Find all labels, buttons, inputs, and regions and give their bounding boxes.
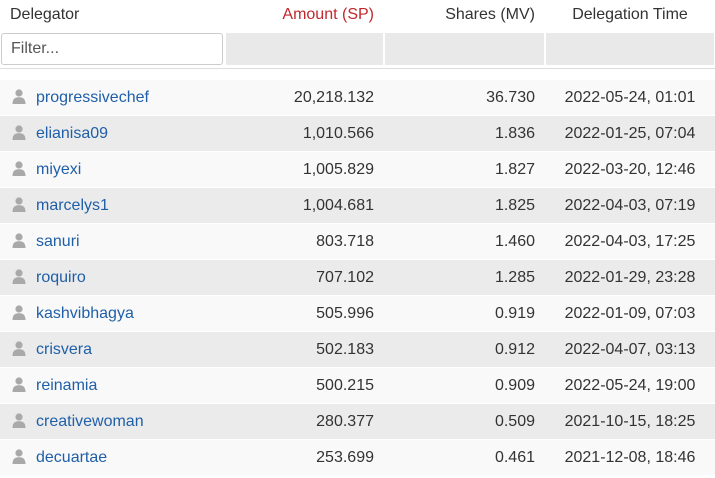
shares-cell: 1.825 xyxy=(384,187,545,224)
delegator-cell: kashvibhagya xyxy=(0,295,225,332)
delegations-table: Delegator Amount (SP) Shares (MV) Delega… xyxy=(0,0,715,475)
user-icon xyxy=(12,125,26,140)
shares-cell: 36.730 xyxy=(384,79,545,116)
amount-cell: 280.377 xyxy=(225,403,384,440)
shares-cell: 1.827 xyxy=(384,151,545,188)
delegation-time-cell: 2022-04-03, 07:19 xyxy=(545,187,715,224)
delegator-link[interactable]: roquiro xyxy=(36,269,86,286)
delegation-time-cell: 2022-04-07, 03:13 xyxy=(545,331,715,368)
user-icon xyxy=(12,305,26,320)
delegator-cell: miyexi xyxy=(0,151,225,188)
delegation-time-cell: 2022-01-09, 07:03 xyxy=(545,295,715,332)
delegation-time-cell: 2022-05-24, 01:01 xyxy=(545,79,715,116)
delegator-cell: progressivechef xyxy=(0,79,225,116)
delegator-link[interactable]: elianisa09 xyxy=(36,125,108,142)
user-icon xyxy=(12,413,26,428)
delegator-link[interactable]: progressivechef xyxy=(36,89,149,106)
delegator-link[interactable]: crisvera xyxy=(36,341,92,358)
shares-cell: 1.836 xyxy=(384,115,545,152)
amount-cell: 1,005.829 xyxy=(225,151,384,188)
delegation-time-cell: 2022-05-24, 19:00 xyxy=(545,367,715,404)
delegator-cell: sanuri xyxy=(0,223,225,260)
shares-cell: 0.461 xyxy=(384,439,545,475)
filter-row xyxy=(0,30,715,69)
table-row: roquiro 707.102 1.285 2022-01-29, 23:28 xyxy=(0,259,715,296)
amount-cell: 707.102 xyxy=(225,259,384,296)
delegator-cell: elianisa09 xyxy=(0,115,225,152)
amount-cell: 505.996 xyxy=(225,295,384,332)
amount-cell: 253.699 xyxy=(225,439,384,475)
delegator-link[interactable]: miyexi xyxy=(36,161,81,178)
table-row: miyexi 1,005.829 1.827 2022-03-20, 12:46 xyxy=(0,151,715,188)
filter-cell-empty xyxy=(384,30,545,69)
column-header-shares[interactable]: Shares (MV) xyxy=(384,0,545,30)
table-row: progressivechef 20,218.132 36.730 2022-0… xyxy=(0,79,715,116)
delegation-time-cell: 2021-10-15, 18:25 xyxy=(545,403,715,440)
shares-cell: 1.285 xyxy=(384,259,545,296)
user-icon xyxy=(12,197,26,212)
delegator-cell: decuartae xyxy=(0,439,225,475)
delegator-link[interactable]: reinamia xyxy=(36,377,97,394)
delegator-cell: crisvera xyxy=(0,331,225,368)
shares-cell: 0.912 xyxy=(384,331,545,368)
header-row: Delegator Amount (SP) Shares (MV) Delega… xyxy=(0,0,715,30)
delegator-link[interactable]: kashvibhagya xyxy=(36,305,134,322)
user-icon xyxy=(12,449,26,464)
table-row: decuartae 253.699 0.461 2021-12-08, 18:4… xyxy=(0,439,715,475)
column-header-delegation-time[interactable]: Delegation Time xyxy=(545,0,715,30)
amount-cell: 1,004.681 xyxy=(225,187,384,224)
user-icon xyxy=(12,89,26,104)
user-icon xyxy=(12,269,26,284)
filter-input[interactable] xyxy=(1,33,223,65)
filter-cell-empty xyxy=(545,30,715,69)
user-icon xyxy=(12,377,26,392)
delegation-time-cell: 2022-03-20, 12:46 xyxy=(545,151,715,188)
column-header-amount[interactable]: Amount (SP) xyxy=(225,0,384,30)
filter-placeholder-block xyxy=(385,33,544,65)
header-divider xyxy=(0,68,715,80)
table-row: elianisa09 1,010.566 1.836 2022-01-25, 0… xyxy=(0,115,715,152)
filter-cell-empty xyxy=(225,30,384,69)
delegator-link[interactable]: decuartae xyxy=(36,449,107,466)
delegator-link[interactable]: creativewoman xyxy=(36,413,144,430)
delegation-time-cell: 2021-12-08, 18:46 xyxy=(545,439,715,475)
filter-placeholder-block xyxy=(546,33,714,65)
amount-cell: 1,010.566 xyxy=(225,115,384,152)
shares-cell: 0.909 xyxy=(384,367,545,404)
table-row: crisvera 502.183 0.912 2022-04-07, 03:13 xyxy=(0,331,715,368)
delegation-time-cell: 2022-01-29, 23:28 xyxy=(545,259,715,296)
delegation-time-cell: 2022-04-03, 17:25 xyxy=(545,223,715,260)
delegator-link[interactable]: sanuri xyxy=(36,233,80,250)
amount-cell: 502.183 xyxy=(225,331,384,368)
amount-cell: 803.718 xyxy=(225,223,384,260)
shares-cell: 1.460 xyxy=(384,223,545,260)
shares-cell: 0.919 xyxy=(384,295,545,332)
column-header-delegator[interactable]: Delegator xyxy=(0,0,225,30)
delegator-cell: reinamia xyxy=(0,367,225,404)
delegations-body: progressivechef 20,218.132 36.730 2022-0… xyxy=(0,79,715,475)
delegator-cell: roquiro xyxy=(0,259,225,296)
table-row: reinamia 500.215 0.909 2022-05-24, 19:00 xyxy=(0,367,715,404)
shares-cell: 0.509 xyxy=(384,403,545,440)
user-icon xyxy=(12,233,26,248)
filter-cell xyxy=(0,30,225,69)
table-row: creativewoman 280.377 0.509 2021-10-15, … xyxy=(0,403,715,440)
delegator-cell: marcelys1 xyxy=(0,187,225,224)
delegator-cell: creativewoman xyxy=(0,403,225,440)
table-row: marcelys1 1,004.681 1.825 2022-04-03, 07… xyxy=(0,187,715,224)
table-row: kashvibhagya 505.996 0.919 2022-01-09, 0… xyxy=(0,295,715,332)
amount-cell: 500.215 xyxy=(225,367,384,404)
filter-placeholder-block xyxy=(226,33,383,65)
amount-cell: 20,218.132 xyxy=(225,79,384,116)
table-row: sanuri 803.718 1.460 2022-04-03, 17:25 xyxy=(0,223,715,260)
delegator-link[interactable]: marcelys1 xyxy=(36,197,109,214)
user-icon xyxy=(12,341,26,356)
user-icon xyxy=(12,161,26,176)
delegation-time-cell: 2022-01-25, 07:04 xyxy=(545,115,715,152)
